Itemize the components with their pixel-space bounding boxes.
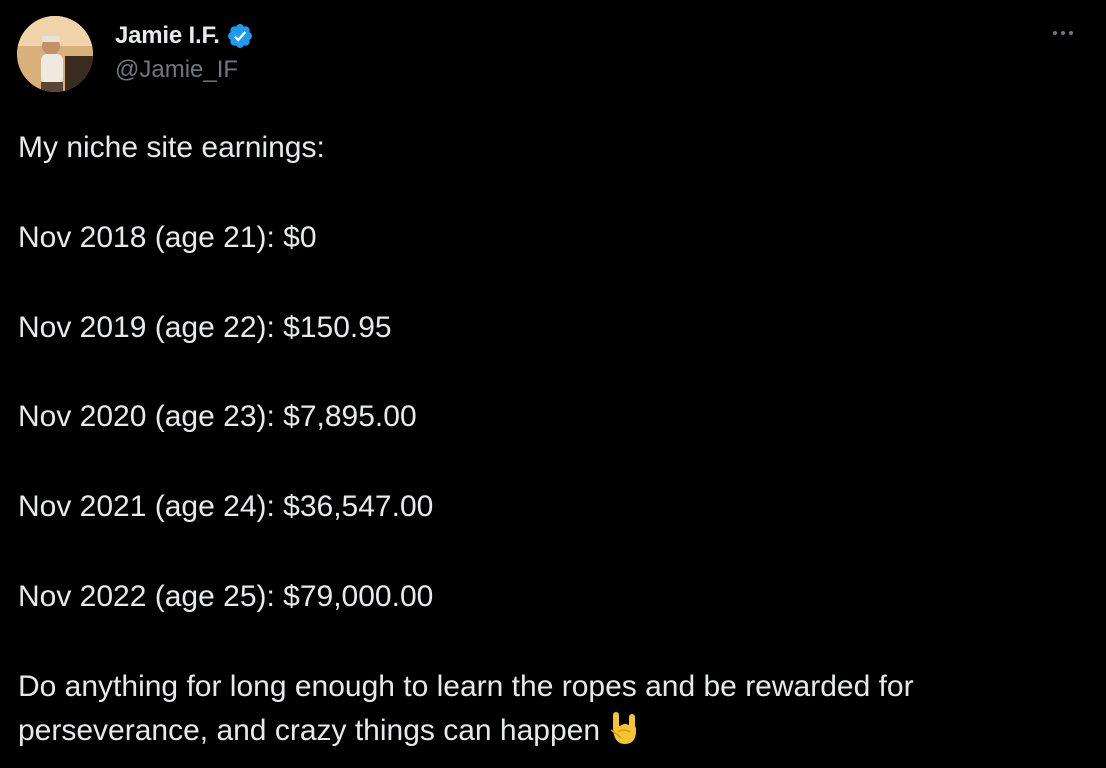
tweet: Jamie I.F. @Jamie_IF My niche site earni… [0,0,1106,768]
author-name-row[interactable]: Jamie I.F. [115,20,254,52]
verified-badge-icon[interactable] [226,22,254,50]
avatar[interactable] [17,16,93,92]
tweet-text-line: Nov 2022 (age 25): $79,000.00 [18,580,434,613]
tweet-text: perseverance, and crazy things can happe… [18,714,601,747]
tweet-text-line-last: perseverance, and crazy things can happe… [18,709,640,753]
tweet-text-line: Nov 2019 (age 22): $150.95 [18,311,392,344]
author-handle[interactable]: @Jamie_IF [115,56,238,84]
tweet-text-line: Nov 2018 (age 21): $0 [18,221,317,254]
tweet-text-line: Nov 2020 (age 23): $7,895.00 [18,400,417,433]
sign-of-the-horns-icon [610,710,640,746]
tweet-text-line: Nov 2021 (age 24): $36,547.00 [18,490,434,523]
more-options-icon[interactable] [1046,20,1080,46]
tweet-text-line: Do anything for long enough to learn the… [18,670,914,703]
tweet-text-line: My niche site earnings: [18,131,325,164]
display-name[interactable]: Jamie I.F. [115,22,220,50]
